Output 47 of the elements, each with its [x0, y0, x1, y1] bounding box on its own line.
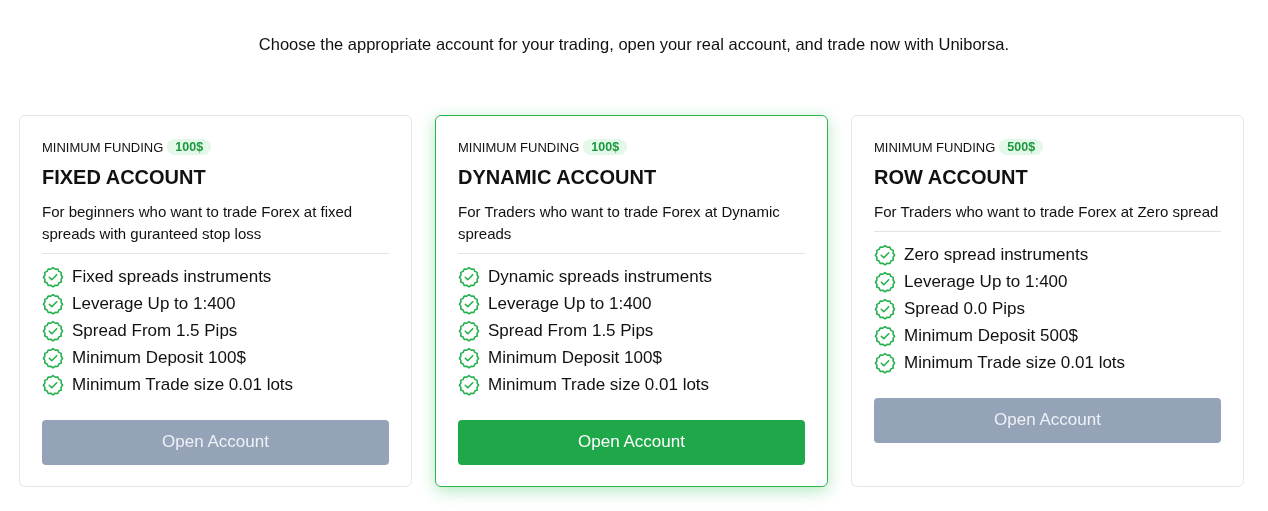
open-account-button[interactable]: Open Account: [874, 398, 1221, 443]
check-badge-icon: [42, 293, 64, 316]
feature-text: Spread From 1.5 Pips: [488, 321, 654, 341]
funding-label: MINIMUM FUNDING: [42, 139, 164, 155]
feature-text: Leverage Up to 1:400: [488, 294, 652, 315]
check-badge-icon: [458, 346, 480, 369]
plan-title: FIXED ACCOUNT: [42, 165, 207, 189]
plan-title: ROW ACCOUNT: [874, 165, 1029, 189]
feature-text: Minimum Deposit 100$: [488, 347, 662, 368]
open-account-button[interactable]: Open Account: [42, 420, 389, 465]
check-badge-icon: [874, 298, 896, 320]
check-badge-icon: [874, 324, 896, 347]
check-badge-icon: [874, 271, 896, 294]
feature-text: Spread 0.0 Pips: [904, 299, 1025, 319]
funding-amount: 100$: [583, 139, 628, 155]
feature-text: Minimum Trade size 0.01 lots: [72, 374, 294, 395]
plan-description: For Traders who want to trade Forex at Dynamic spreads: [458, 202, 781, 244]
feature-text: Minimum Trade size 0.01 lots: [904, 352, 1126, 373]
feature-text: Minimum Deposit 100$: [72, 347, 246, 368]
check-badge-icon: [42, 373, 64, 396]
feature-text: Spread From 1.5 Pips: [72, 321, 238, 341]
feature-text: Dynamic spreads instruments: [488, 267, 712, 288]
funding-label: MINIMUM FUNDING: [874, 139, 996, 155]
check-badge-icon: [42, 320, 64, 342]
feature-text: Minimum Deposit 500$: [904, 325, 1078, 346]
plan-card[interactable]: [435, 115, 828, 487]
feature-text: Leverage Up to 1:400: [904, 272, 1068, 293]
feature-text: Zero spread instruments: [904, 245, 1089, 266]
funding-amount: 500$: [999, 139, 1044, 155]
check-badge-icon: [42, 346, 64, 369]
funding-label: MINIMUM FUNDING: [458, 139, 580, 155]
plan-description: For Traders who want to trade Forex at Zero spread: [874, 202, 1220, 222]
plan-title: DYNAMIC ACCOUNT: [458, 165, 658, 189]
feature-text: Minimum Trade size 0.01 lots: [488, 374, 710, 395]
check-badge-icon: [458, 373, 480, 396]
open-account-button[interactable]: Open Account: [458, 420, 805, 465]
check-badge-icon: [42, 266, 64, 289]
check-badge-icon: [874, 244, 896, 267]
funding-amount: 100$: [167, 139, 212, 155]
check-badge-icon: [458, 293, 480, 316]
check-badge-icon: [458, 320, 480, 342]
plan-description: For beginners who want to trade Forex at fixed spreads with guranteed stop loss: [42, 202, 354, 244]
intro-text: Choose the appropriate account for your trading, open your real account, and trade now with Uniborsa.: [257, 34, 1011, 55]
check-badge-icon: [458, 266, 480, 289]
check-badge-icon: [874, 351, 896, 374]
feature-text: Fixed spreads instruments: [72, 267, 272, 288]
feature-text: Leverage Up to 1:400: [72, 294, 236, 315]
